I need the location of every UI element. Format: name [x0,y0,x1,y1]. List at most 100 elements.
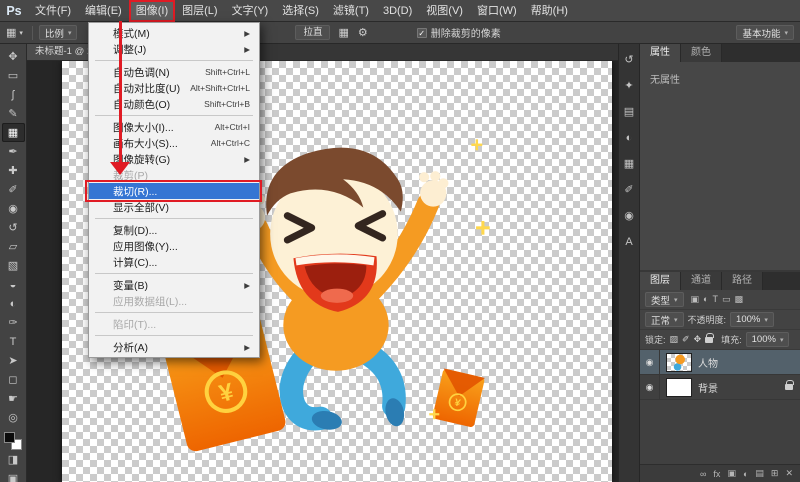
dodge-tool[interactable]: ◐ [2,294,25,313]
character-panel-icon[interactable]: A [621,235,638,250]
opacity-dropdown[interactable]: 100% ▾ [730,312,774,327]
menu-bar: Ps 文件(F) 编辑(E) 图像(I) 图层(L) 文字(Y) 选择(S) 滤… [0,0,800,22]
lock-pixels-icon[interactable]: ✐ [682,334,690,345]
info-panel-icon[interactable]: ▤ [621,105,638,120]
menu-item-apply-image[interactable]: 应用图像(Y)... [89,238,259,254]
lock-transparency-icon[interactable]: ▨ [670,334,679,345]
lock-position-icon[interactable]: ✥ [694,334,702,345]
menu-type[interactable]: 文字(Y) [225,0,276,22]
filter-smart-icon[interactable]: ▩ [735,294,744,305]
styles-panel-icon[interactable]: ✦ [621,79,638,94]
menu-select[interactable]: 选择(S) [275,0,326,22]
visibility-toggle[interactable]: ◉ [640,350,660,374]
gear-icon[interactable]: ⚙ [358,26,368,39]
filter-type-icon[interactable]: T [712,294,718,305]
adjustment-layer-icon[interactable]: ◐ [743,469,748,479]
type-tool[interactable]: T [2,332,25,351]
lock-all-icon[interactable] [705,337,713,343]
tool-preset-arrow-icon[interactable]: ▾ [19,29,23,37]
tab-layers[interactable]: 图层 [640,272,681,290]
menu-edit[interactable]: 编辑(E) [78,0,129,22]
filter-shape-icon[interactable]: ▭ [722,294,731,305]
layer-group-icon[interactable]: ▤ [755,468,764,479]
menu-item-label: 分析(A) [113,340,148,355]
marquee-tool[interactable]: ▭ [2,66,25,85]
filter-adjustment-icon[interactable]: ◐ [703,294,708,305]
blur-tool[interactable]: ◒ [2,275,25,294]
menu-layer[interactable]: 图层(L) [175,0,224,22]
menu-item-variables[interactable]: 变量(B)▶ [89,277,259,293]
crop-overlay-icon[interactable]: ▦ [338,26,348,39]
healing-brush-tool[interactable]: ✚ [2,161,25,180]
lasso-tool[interactable]: ʃ [2,85,25,104]
workspace-switcher[interactable]: 基本功能 ▾ [736,25,794,40]
straighten-button[interactable]: 拉直 [295,25,330,40]
crop-tool-preset-icon[interactable]: ▦ [6,26,16,39]
tab-color[interactable]: 颜色 [681,44,722,62]
layer-thumbnail[interactable] [666,378,692,397]
brush-panel-icon[interactable]: ✐ [621,183,638,198]
quick-selection-tool[interactable]: ✎ [2,104,25,123]
adjustments-panel-icon[interactable]: ◐ [621,131,638,146]
menu-item-calculations[interactable]: 计算(C)... [89,254,259,270]
eraser-tool[interactable]: ▱ [2,237,25,256]
color-swatches[interactable] [4,432,22,450]
menu-view[interactable]: 视图(V) [419,0,470,22]
layer-row-character[interactable]: ◉ 人物 [640,350,800,375]
properties-panel-tabs: 属性 颜色 [640,44,800,62]
delete-layer-icon[interactable]: ✕ [785,468,793,479]
layer-row-background[interactable]: ◉ 背景 [640,375,800,400]
menu-help[interactable]: 帮助(H) [524,0,575,22]
foreground-color-swatch[interactable] [4,432,15,443]
menu-item-adjustments[interactable]: 调整(J)▶ [89,41,259,57]
menu-image[interactable]: 图像(I) [129,0,175,22]
zoom-tool[interactable]: ◎ [2,408,25,427]
swatches-panel-icon[interactable]: ▦ [621,157,638,172]
tab-channels[interactable]: 通道 [681,272,722,290]
gradient-tool[interactable]: ▧ [2,256,25,275]
visibility-toggle[interactable]: ◉ [640,375,660,399]
clone-stamp-tool[interactable]: ◉ [2,199,25,218]
history-brush-tool[interactable]: ↺ [2,218,25,237]
menu-filter[interactable]: 滤镜(T) [326,0,376,22]
pen-tool[interactable]: ✑ [2,313,25,332]
menu-item-auto-color[interactable]: 自动颜色(O)Shift+Ctrl+B [89,96,259,112]
crop-tool[interactable]: ▦ [2,123,25,142]
menu-3d[interactable]: 3D(D) [376,0,419,22]
move-tool[interactable]: ✥ [2,47,25,66]
layer-effects-icon[interactable]: fx [713,469,720,479]
menu-item-image-size[interactable]: 图像大小(I)...Alt+Ctrl+I [89,119,259,135]
fill-dropdown[interactable]: 100% ▾ [746,332,790,347]
menu-file[interactable]: 文件(F) [28,0,78,22]
filter-pixel-icon[interactable]: ▣ [691,294,700,305]
menu-separator [95,218,253,219]
layers-panel-tabs: 图层 通道 路径 [640,272,800,290]
quick-mask-tool[interactable]: ◨ [2,450,25,469]
clone-source-panel-icon[interactable]: ◉ [621,209,638,224]
tab-properties[interactable]: 属性 [640,44,681,62]
menu-item-auto-contrast[interactable]: 自动对比度(U)Alt+Shift+Ctrl+L [89,80,259,96]
menu-item-analysis[interactable]: 分析(A)▶ [89,339,259,355]
menu-item-duplicate[interactable]: 复制(D)... [89,222,259,238]
link-layers-icon[interactable]: ∞ [700,469,706,479]
tab-paths[interactable]: 路径 [722,272,763,290]
layer-filter-dropdown[interactable]: 类型 ▾ [645,292,684,307]
delete-cropped-pixels-checkbox[interactable]: ✓ [417,28,427,38]
path-selection-tool[interactable]: ➤ [2,351,25,370]
new-layer-icon[interactable]: ⊞ [771,468,779,479]
blend-mode-dropdown[interactable]: 正常 ▾ [645,312,684,327]
menu-window[interactable]: 窗口(W) [470,0,524,22]
menu-item-canvas-size[interactable]: 画布大小(S)...Alt+Ctrl+C [89,135,259,151]
screen-mode-tool[interactable]: ▣ [2,469,25,482]
layer-thumbnail[interactable] [666,353,692,372]
shape-tool[interactable]: ◻ [2,370,25,389]
lock-row: 锁定: ▨ ✐ ✥ 填充: 100% ▾ [640,330,800,350]
menu-item-auto-tone[interactable]: 自动色调(N)Shift+Ctrl+L [89,64,259,80]
eyedropper-tool[interactable]: ✒ [2,142,25,161]
history-panel-icon[interactable]: ↺ [621,53,638,68]
crop-ratio-dropdown[interactable]: 比例 ▾ [39,25,78,40]
brush-tool[interactable]: ✐ [2,180,25,199]
layer-mask-icon[interactable]: ▣ [727,468,736,479]
menu-item-mode[interactable]: 模式(M)▶ [89,25,259,41]
hand-tool[interactable]: ☛ [2,389,25,408]
